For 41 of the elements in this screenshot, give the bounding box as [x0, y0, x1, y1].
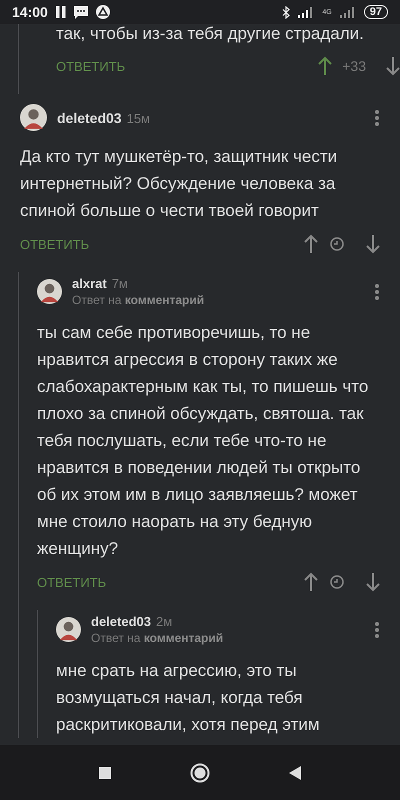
bluetooth-icon: [282, 6, 290, 18]
timestamp: 2м: [156, 614, 172, 629]
author-name[interactable]: deleted03: [57, 110, 122, 126]
avatar[interactable]: [20, 104, 47, 131]
reply-button[interactable]: ОТВЕТИТЬ: [56, 58, 126, 74]
signal-icon: [340, 6, 356, 18]
author-name[interactable]: alxrat: [72, 276, 107, 291]
timestamp: 7м: [112, 276, 128, 291]
signal-icon: [298, 6, 314, 18]
reply-to-label[interactable]: Ответ на комментарий: [91, 631, 354, 645]
reply-button[interactable]: ОТВЕТИТЬ: [37, 574, 106, 590]
battery-level: 97: [364, 5, 388, 19]
upvote-icon[interactable]: [304, 572, 318, 592]
pause-icon: [56, 6, 66, 18]
more-icon[interactable]: [374, 282, 380, 300]
home-icon[interactable]: [190, 762, 210, 782]
upvote-icon[interactable]: [304, 234, 318, 254]
author-name[interactable]: deleted03: [91, 614, 151, 629]
comment-text: Да кто тут мушкетёр-то, защитник чести интернетный? Обсуждение человека за спиной больше о чести твоей говорит: [20, 146, 338, 222]
recent-apps-icon[interactable]: [99, 766, 112, 778]
triangle-icon: [96, 5, 110, 19]
downvote-icon[interactable]: [386, 56, 400, 76]
upvote-icon[interactable]: [318, 56, 332, 76]
comment-text: мне срать на агрессию, это ты возмущаться начал, когда тебя раскритиковали, хотя перед этим: [56, 660, 321, 736]
message-icon: [74, 6, 88, 18]
score: +33: [342, 58, 366, 74]
reply-button[interactable]: ОТВЕТИТЬ: [20, 236, 90, 252]
comment-text: ты сам себе противоречишь, то не нравится агрессия в сторону таких же слабохарактерным как ты, то пишешь что плохо за спиной обсуждать, святоша. так тебя послушать, если тебе что-то не нравится в поведении людей ты открыто об их этом им в лицо заявляешь? может мне стоило наорать на эту бедную женщину?: [37, 322, 370, 560]
avatar[interactable]: [37, 279, 62, 304]
clock-icon[interactable]: [330, 575, 344, 589]
more-icon[interactable]: [374, 620, 380, 638]
downvote-icon[interactable]: [366, 572, 380, 592]
comment-text: так, чтобы из-за тебя другие страдали.: [56, 24, 365, 44]
more-icon[interactable]: [374, 108, 380, 126]
avatar[interactable]: [56, 617, 81, 642]
timestamp: 15м: [126, 110, 150, 126]
clock-icon[interactable]: [330, 237, 344, 251]
downvote-icon[interactable]: [366, 234, 380, 254]
back-icon[interactable]: [288, 766, 301, 780]
reply-to-label[interactable]: Ответ на комментарий: [72, 293, 354, 307]
clock-time: 14:00: [12, 4, 48, 20]
